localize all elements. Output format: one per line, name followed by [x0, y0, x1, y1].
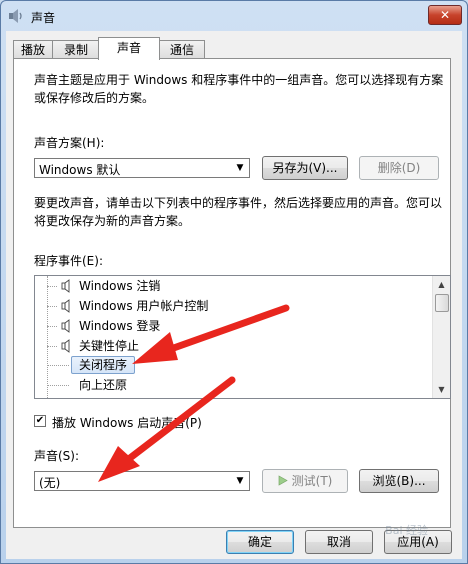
list-item[interactable]: 向上还原	[35, 375, 435, 395]
list-item[interactable]: Windows 用户帐户控制	[35, 296, 435, 316]
speaker-icon	[61, 339, 70, 353]
list-scrollbar[interactable]: ▲ ▼	[432, 276, 450, 398]
checkmark-icon: ✔	[35, 415, 45, 426]
delete-button[interactable]: 删除(D)	[359, 156, 439, 180]
sound-select[interactable]: (无) ▼	[34, 471, 250, 491]
tab-sounds[interactable]: 声音	[98, 37, 160, 60]
speaker-icon	[61, 319, 70, 333]
play-icon	[278, 475, 288, 486]
test-button[interactable]: 测试(T)	[262, 469, 348, 493]
cancel-button[interactable]: 取消	[305, 530, 373, 554]
dialog-client: 播放 录制 声音 通信 声音主题是应用于 Windows 和程序事件中的一组声音…	[6, 31, 462, 559]
list-item[interactable]: Windows 注销	[35, 276, 435, 296]
list-item[interactable]: 关闭程序	[35, 355, 435, 375]
scheme-select[interactable]: Windows 默认 ▼	[34, 158, 250, 178]
tab-recording[interactable]: 录制	[52, 40, 100, 59]
program-events-list[interactable]: Windows 注销 Windows 用户帐户控制 Windows 登录 关键性…	[34, 275, 451, 399]
watermark: Bai 经验	[385, 524, 428, 537]
change-text: 要更改声音，请单击以下列表中的程序事件，然后选择要应用的声音。您可以将更改保存为…	[34, 196, 443, 228]
list-item[interactable]: Windows 登录	[35, 316, 435, 336]
chevron-down-icon: ▼	[236, 476, 244, 486]
save-as-button[interactable]: 另存为(V)...	[262, 156, 348, 180]
scroll-down-icon[interactable]: ▼	[433, 381, 450, 398]
browse-button[interactable]: 浏览(B)...	[359, 469, 439, 493]
sound-value: (无)	[39, 476, 61, 490]
scroll-thumb[interactable]	[435, 294, 449, 312]
startup-sound-label[interactable]: 播放 Windows 启动声音(P)	[52, 414, 202, 431]
speaker-icon	[61, 279, 70, 293]
events-label: 程序事件(E):	[34, 254, 103, 268]
title-bar[interactable]: 声音 ✕	[1, 1, 467, 31]
speaker-icon	[61, 299, 70, 313]
intro-text: 声音主题是应用于 Windows 和程序事件中的一组声音。您可以选择现有方案或保…	[34, 73, 444, 105]
tab-playback[interactable]: 播放	[13, 40, 53, 59]
tab-communications[interactable]: 通信	[159, 40, 205, 59]
sounds-panel: 声音主题是应用于 Windows 和程序事件中的一组声音。您可以选择现有方案或保…	[13, 58, 451, 528]
speaker-icon	[9, 9, 22, 23]
scroll-up-icon[interactable]: ▲	[433, 276, 450, 293]
scheme-value: Windows 默认	[39, 163, 121, 177]
sound-label: 声音(S):	[34, 449, 80, 463]
ok-button[interactable]: 确定	[226, 530, 294, 554]
scheme-label: 声音方案(H):	[34, 136, 105, 150]
window-title: 声音	[31, 11, 56, 25]
startup-sound-checkbox[interactable]: ✔	[34, 415, 46, 427]
list-item[interactable]: 关键性停止	[35, 336, 435, 356]
chevron-down-icon: ▼	[236, 163, 244, 173]
close-icon: ✕	[439, 8, 451, 22]
sound-dialog: 声音 ✕ 播放 录制 声音 通信 声音主题是应用于 Windows 和程序事件中…	[0, 0, 468, 564]
close-button[interactable]: ✕	[428, 5, 462, 25]
